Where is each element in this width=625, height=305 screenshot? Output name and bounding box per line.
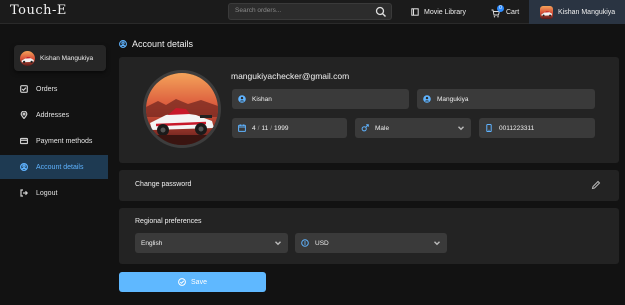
- profile-card[interactable]: Kishan Mangukiya: [14, 45, 106, 71]
- page-title-text: Account details: [132, 39, 194, 49]
- sidebar-item-orders[interactable]: Orders: [0, 77, 108, 101]
- sidebar-item-logout[interactable]: Logout: [0, 181, 108, 205]
- last-name-field[interactable]: Mangukiya: [417, 89, 595, 109]
- date-of-birth-field[interactable]: 4 / 11 / 1999: [232, 118, 347, 138]
- phone-icon: [486, 124, 492, 132]
- search-box[interactable]: [228, 3, 392, 20]
- gender-icon: [361, 124, 369, 132]
- account-details-panel: mangukiyachecker@gmail.com Kishan Manguk…: [119, 57, 619, 163]
- first-name-field[interactable]: Kishan: [232, 89, 409, 109]
- regional-preferences-label: Regional preferences: [135, 218, 202, 225]
- movie-library-link[interactable]: Movie Library: [411, 4, 466, 20]
- user-circle-icon: [20, 163, 28, 171]
- date-of-birth-value: 4 / 11 / 1999: [252, 125, 288, 132]
- search-icon[interactable]: [375, 6, 387, 18]
- cart-label: Cart: [506, 8, 520, 16]
- logout-icon: [20, 189, 28, 197]
- sidebar-item-addresses[interactable]: Addresses: [0, 103, 108, 127]
- location-pin-icon: [20, 111, 28, 119]
- chevron-down-icon: [434, 241, 440, 246]
- dob-day[interactable]: 4: [252, 125, 256, 132]
- phone-value: 0011223311: [499, 124, 535, 132]
- sidebar-item-label: Logout: [36, 189, 58, 197]
- first-name-value: Kishan: [252, 95, 272, 103]
- user-icon: [238, 95, 246, 103]
- calendar-icon: [238, 124, 246, 132]
- sidebar-item-account-details[interactable]: Account details: [0, 155, 108, 179]
- cart-icon-wrap: 0: [491, 4, 504, 17]
- dob-year[interactable]: 1999: [274, 125, 288, 132]
- search-input[interactable]: [235, 7, 365, 14]
- sidebar-item-label: Orders: [36, 85, 58, 93]
- race-car-avatar-image: [20, 50, 35, 66]
- language-value: English: [141, 239, 163, 247]
- sidebar-item-label: Addresses: [36, 111, 70, 119]
- gender-value: Male: [375, 124, 390, 132]
- profile-avatar[interactable]: [143, 70, 221, 148]
- currency-value: USD: [315, 239, 329, 247]
- credit-card-icon: [20, 137, 28, 145]
- phone-field[interactable]: 0011223311: [479, 118, 595, 138]
- sidebar: Kishan Mangukiya Orders Addresses Paymen…: [0, 24, 108, 305]
- sidebar-item-label: Payment methods: [36, 137, 93, 145]
- email-address: mangukiyachecker@gmail.com: [231, 71, 350, 81]
- last-name-value: Mangukiya: [437, 95, 469, 103]
- movie-library-label: Movie Library: [424, 8, 467, 16]
- language-select[interactable]: English: [135, 233, 288, 253]
- change-password-panel[interactable]: Change password: [119, 170, 619, 201]
- sidebar-item-label: Account details: [36, 163, 84, 171]
- currency-icon: [301, 239, 309, 247]
- change-password-label: Change password: [135, 181, 192, 188]
- sidebar-item-payment-methods[interactable]: Payment methods: [0, 129, 108, 153]
- chevron-down-icon: [275, 241, 281, 246]
- page-title: Account details: [119, 39, 193, 49]
- chevron-down-icon: [458, 126, 464, 131]
- race-car-avatar-image: [146, 73, 218, 145]
- save-button[interactable]: Save: [119, 272, 266, 292]
- date-separator: /: [270, 124, 272, 132]
- top-bar: Touch-E Movie Library 0 Cart: [0, 0, 625, 24]
- pencil-icon[interactable]: [591, 180, 601, 190]
- user-menu-button[interactable]: Kishan Mangukiya: [529, 0, 625, 24]
- avatar: [540, 5, 553, 19]
- user-circle-icon: [119, 40, 127, 48]
- logo[interactable]: Touch-E: [10, 3, 67, 18]
- date-separator: /: [257, 124, 260, 132]
- user-icon: [423, 95, 431, 103]
- dob-month[interactable]: 11: [261, 125, 268, 132]
- save-label: Save: [191, 278, 207, 286]
- regional-preferences-panel: Regional preferences English USD: [119, 208, 619, 264]
- race-car-avatar-image: [540, 5, 553, 19]
- user-name: Kishan Mangukiya: [558, 8, 616, 16]
- currency-select[interactable]: USD: [295, 233, 447, 253]
- book-icon: [411, 8, 419, 16]
- check-circle-icon: [178, 278, 186, 286]
- cart-link[interactable]: 0 Cart: [491, 4, 519, 20]
- gender-select[interactable]: Male: [355, 118, 471, 138]
- orders-icon: [20, 85, 28, 93]
- avatar: [20, 50, 35, 66]
- profile-name: Kishan Mangukiya: [40, 54, 94, 62]
- cart-count-badge: 0: [497, 4, 504, 12]
